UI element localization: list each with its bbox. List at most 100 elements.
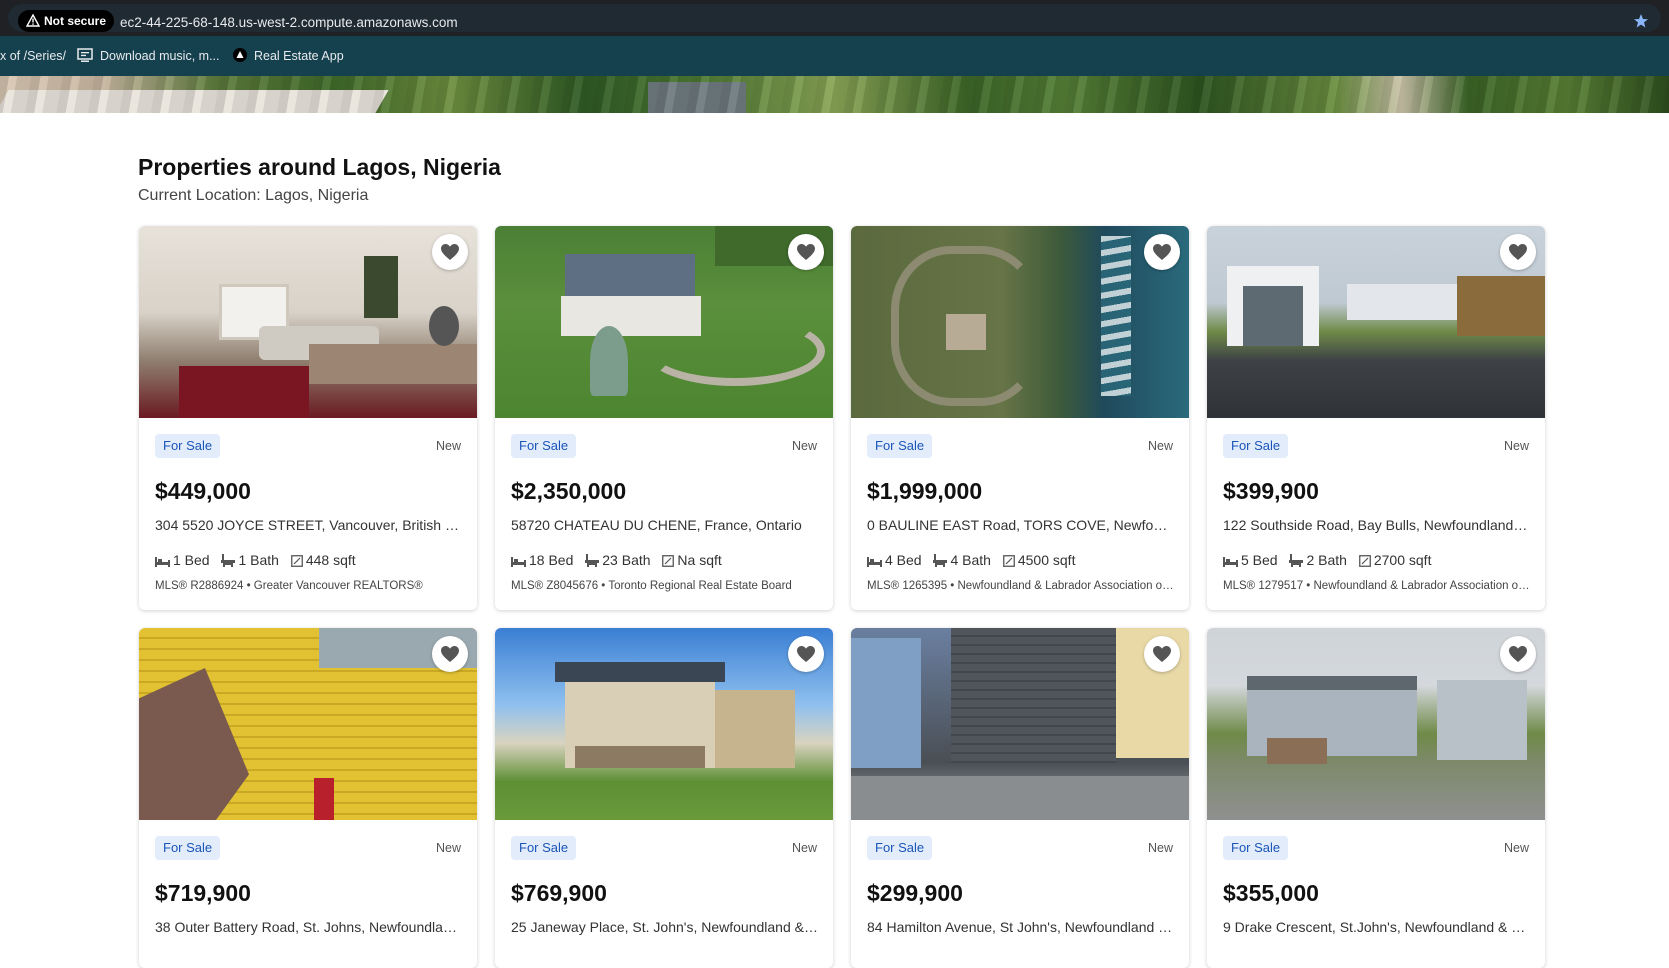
beds: 5 Bed bbox=[1223, 552, 1278, 568]
area-icon bbox=[662, 555, 675, 567]
favorite-button[interactable] bbox=[432, 636, 468, 672]
area-icon bbox=[290, 555, 303, 567]
address[interactable]: 122 Southside Road, Bay Bulls, Newfoundl… bbox=[1223, 517, 1531, 533]
bed-icon bbox=[511, 557, 526, 567]
area: Na sqft bbox=[662, 552, 722, 568]
area-icon bbox=[1002, 555, 1015, 567]
property-card[interactable]: For Sale New $299,900 84 Hamilton Avenue… bbox=[851, 628, 1189, 968]
heart-icon bbox=[797, 646, 815, 662]
property-card[interactable]: For Sale New $769,900 25 Janeway Place, … bbox=[495, 628, 833, 968]
beds-label: 5 Bed bbox=[1241, 552, 1278, 568]
bookmark-download-music[interactable]: Download music, m... bbox=[100, 47, 219, 65]
bookmark-star-icon[interactable] bbox=[1633, 13, 1649, 29]
address[interactable]: 9 Drake Crescent, St.John's, Newfoundlan… bbox=[1223, 919, 1531, 935]
bookmark-real-estate-app[interactable]: Real Estate App bbox=[254, 47, 344, 65]
mls-info: MLS® 1265395 • Newfoundland & Labrador A… bbox=[867, 580, 1175, 592]
current-location: Current Location: Lagos, Nigeria bbox=[138, 187, 369, 204]
beds: 18 Bed bbox=[511, 552, 573, 568]
favorite-button[interactable] bbox=[1144, 636, 1180, 672]
address[interactable]: 0 BAULINE EAST Road, TORS COVE, Newfound… bbox=[867, 517, 1175, 533]
url-text[interactable]: ec2-44-225-68-148.us-west-2.compute.amaz… bbox=[120, 14, 458, 32]
favorite-button[interactable] bbox=[1500, 234, 1536, 270]
status-badge: For Sale bbox=[511, 434, 577, 458]
property-photo[interactable] bbox=[139, 226, 477, 418]
bed-icon bbox=[867, 557, 882, 567]
favorite-button[interactable] bbox=[1500, 636, 1536, 672]
address[interactable]: 25 Janeway Place, St. John's, Newfoundla… bbox=[511, 919, 819, 935]
baths: 4 Bath bbox=[933, 552, 991, 568]
new-tag: New bbox=[435, 841, 461, 855]
favorite-button[interactable] bbox=[1144, 234, 1180, 270]
area: 448 sqft bbox=[290, 552, 356, 568]
address[interactable]: 304 5520 JOYCE STREET, Vancouver, Britis… bbox=[155, 517, 463, 533]
beds-label: 1 Bed bbox=[173, 552, 210, 568]
beds-label: 4 Bed bbox=[885, 552, 922, 568]
baths: 2 Bath bbox=[1289, 552, 1347, 568]
property-photo[interactable] bbox=[851, 628, 1189, 820]
heart-icon bbox=[1153, 244, 1171, 260]
sqft-label: 4500 sqft bbox=[1017, 552, 1076, 568]
page-title: Properties around Lagos, Nigeria bbox=[138, 154, 501, 180]
new-tag: New bbox=[1503, 841, 1529, 855]
status-badge: For Sale bbox=[511, 836, 577, 860]
address[interactable]: 38 Outer Battery Road, St. Johns, Newfou… bbox=[155, 919, 463, 935]
sqft-label: 448 sqft bbox=[305, 552, 356, 568]
status-badge: For Sale bbox=[867, 836, 933, 860]
heart-icon bbox=[441, 244, 459, 260]
property-card[interactable]: For Sale New $355,000 9 Drake Crescent, … bbox=[1207, 628, 1545, 968]
price: $299,900 bbox=[867, 880, 963, 906]
property-card[interactable]: For Sale New $399,900 122 Southside Road… bbox=[1207, 226, 1545, 610]
property-card[interactable]: For Sale New $2,350,000 58720 CHATEAU DU… bbox=[495, 226, 833, 610]
area: 4500 sqft bbox=[1002, 552, 1076, 568]
property-card[interactable]: For Sale New $719,900 38 Outer Battery R… bbox=[139, 628, 477, 968]
status-badge: For Sale bbox=[867, 434, 933, 458]
property-facts: 4 Bed 4 Bath 4500 sqft bbox=[867, 552, 1083, 568]
favorite-button[interactable] bbox=[788, 636, 824, 672]
bookmarks-bar: x of /Series/ Download music, m... Real … bbox=[0, 36, 1669, 76]
favorite-button[interactable] bbox=[432, 234, 468, 270]
favorite-button[interactable] bbox=[788, 234, 824, 270]
property-photo[interactable] bbox=[851, 226, 1189, 418]
new-tag: New bbox=[1147, 439, 1173, 453]
property-photo[interactable] bbox=[139, 628, 477, 820]
baths-label: 2 Bath bbox=[1306, 552, 1347, 568]
baths: 1 Bath bbox=[221, 552, 279, 568]
property-card[interactable]: For Sale New $1,999,000 0 BAULINE EAST R… bbox=[851, 226, 1189, 610]
price: $1,999,000 bbox=[867, 478, 983, 504]
status-badge: For Sale bbox=[155, 836, 221, 860]
price: $449,000 bbox=[155, 478, 251, 504]
sqft-label: 2700 sqft bbox=[1373, 552, 1432, 568]
mls-info: MLS® 1279517 • Newfoundland & Labrador A… bbox=[1223, 580, 1531, 592]
status-badge: For Sale bbox=[1223, 434, 1289, 458]
property-photo[interactable] bbox=[495, 226, 833, 418]
property-card[interactable]: For Sale New $449,000 304 5520 JOYCE STR… bbox=[139, 226, 477, 610]
bookmark-series[interactable]: x of /Series/ bbox=[0, 47, 66, 65]
omnibox[interactable]: Not secure ec2-44-225-68-148.us-west-2.c… bbox=[8, 4, 1661, 32]
address[interactable]: 58720 CHATEAU DU CHENE, France, Ontario bbox=[511, 517, 819, 533]
property-photo[interactable] bbox=[1207, 226, 1545, 418]
status-badge: For Sale bbox=[1223, 836, 1289, 860]
beds: 1 Bed bbox=[155, 552, 210, 568]
app-logo-icon bbox=[233, 48, 247, 62]
property-photo[interactable] bbox=[1207, 628, 1545, 820]
security-label: Not secure bbox=[44, 14, 107, 28]
baths: 23 Bath bbox=[585, 552, 651, 568]
monitor-icon bbox=[77, 48, 93, 62]
beds-label: 18 Bed bbox=[529, 552, 574, 568]
price: $769,900 bbox=[511, 880, 607, 906]
security-indicator[interactable]: Not secure bbox=[18, 10, 115, 32]
bathtub-icon bbox=[221, 554, 236, 567]
property-photo[interactable] bbox=[495, 628, 833, 820]
address[interactable]: 84 Hamilton Avenue, St John's, Newfoundl… bbox=[867, 919, 1175, 935]
area-icon bbox=[1358, 555, 1371, 567]
bathtub-icon bbox=[585, 554, 600, 567]
beds: 4 Bed bbox=[867, 552, 922, 568]
heart-icon bbox=[441, 646, 459, 662]
bathtub-icon bbox=[933, 554, 948, 567]
price: $399,900 bbox=[1223, 478, 1319, 504]
price: $2,350,000 bbox=[511, 478, 627, 504]
new-tag: New bbox=[791, 841, 817, 855]
heart-icon bbox=[1153, 646, 1171, 662]
new-tag: New bbox=[1503, 439, 1529, 453]
status-badge: For Sale bbox=[155, 434, 221, 458]
